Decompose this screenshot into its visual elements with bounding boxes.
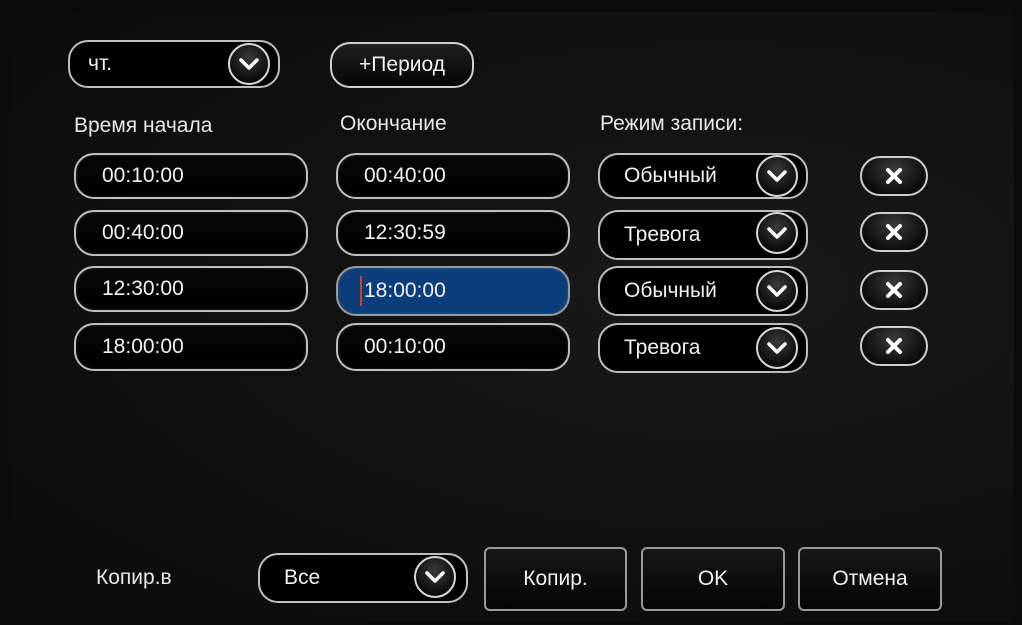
record-mode-chevron-down-icon[interactable]	[756, 212, 798, 254]
end-time-input-2[interactable]: 12:30:59	[336, 210, 570, 256]
text-cursor	[360, 276, 362, 306]
start-time-value: 18:00:00	[102, 335, 184, 358]
cancel-button-label: Отмена	[832, 567, 908, 590]
start-time-input-1[interactable]: 00:10:00	[74, 153, 308, 199]
close-icon	[886, 338, 902, 354]
start-time-input-2[interactable]: 00:40:00	[74, 210, 308, 256]
start-time-value: 00:40:00	[102, 221, 184, 244]
end-time-input-4[interactable]: 00:10:00	[336, 323, 570, 371]
record-mode-value: Обычный	[624, 164, 717, 187]
cancel-button[interactable]: Отмена	[798, 547, 942, 611]
start-time-input-3[interactable]: 12:30:00	[74, 266, 308, 312]
record-mode-chevron-down-icon[interactable]	[756, 270, 798, 312]
copy-target-chevron-down-icon[interactable]	[414, 556, 456, 598]
ok-button[interactable]: OK	[641, 547, 785, 611]
end-time-value: 00:10:00	[364, 335, 446, 358]
day-select-value: чт.	[88, 52, 113, 75]
delete-row-button-3[interactable]	[860, 270, 928, 310]
ok-button-label: OK	[697, 567, 729, 590]
end-time-value: 00:40:00	[364, 164, 446, 187]
record-mode-value: Обычный	[624, 279, 717, 302]
copy-button-label: Копир.	[523, 567, 588, 590]
end-time-input-1[interactable]: 00:40:00	[336, 153, 570, 199]
close-icon	[886, 282, 902, 298]
end-time-value: 12:30:59	[364, 221, 446, 244]
copy-target-value: Все	[284, 566, 321, 589]
record-mode-value: Тревога	[624, 223, 701, 246]
delete-row-button-1[interactable]	[860, 156, 928, 196]
copy-to-label: Копир.в	[96, 566, 172, 589]
delete-row-button-4[interactable]	[860, 326, 928, 366]
add-period-button[interactable]: +Период	[330, 42, 474, 88]
record-mode-value: Тревога	[624, 336, 701, 359]
end-time-input-3[interactable]: 18:00:00	[336, 266, 570, 316]
start-time-value: 00:10:00	[102, 164, 184, 187]
header-record-mode: Режим записи:	[600, 112, 744, 135]
close-icon	[886, 168, 902, 184]
day-select-chevron-down-icon[interactable]	[228, 43, 270, 85]
end-time-value: 18:00:00	[364, 279, 446, 302]
close-icon	[886, 224, 902, 240]
header-start-time: Время начала	[74, 114, 213, 137]
start-time-value: 12:30:00	[102, 277, 184, 300]
copy-button[interactable]: Копир.	[484, 547, 627, 611]
add-period-label: +Период	[359, 53, 445, 76]
record-mode-chevron-down-icon[interactable]	[756, 327, 798, 369]
start-time-input-4[interactable]: 18:00:00	[74, 323, 308, 371]
header-end-time: Окончание	[340, 112, 447, 135]
schedule-dialog	[10, 12, 1014, 622]
delete-row-button-2[interactable]	[860, 212, 928, 252]
record-mode-chevron-down-icon[interactable]	[756, 155, 798, 197]
